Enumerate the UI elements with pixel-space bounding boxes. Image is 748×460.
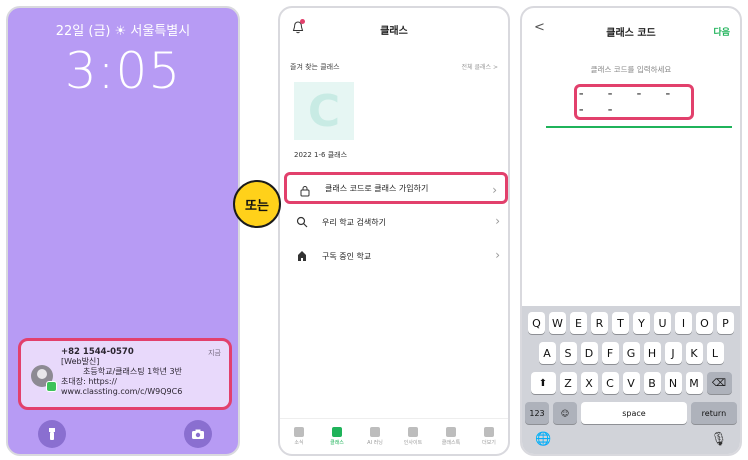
notification-sender: +82 1544-0570 <box>61 347 134 357</box>
notification-line-3: 초대장: https:// <box>61 377 117 386</box>
code-prompt: 클래스 코드를 입력하세요 <box>590 65 672 74</box>
tab-ai-learning[interactable]: AI 러닝 <box>356 419 394 454</box>
key-v[interactable]: V <box>622 372 640 394</box>
chevron-right-icon: › <box>495 214 500 228</box>
key-g[interactable]: G <box>622 342 640 364</box>
key-t[interactable]: T <box>612 312 629 334</box>
key-z[interactable]: Z <box>559 372 577 394</box>
flashlight-icon <box>49 428 55 440</box>
key-r[interactable]: R <box>591 312 608 334</box>
key-y[interactable]: Y <box>633 312 650 334</box>
chevron-right-icon: › <box>492 183 497 197</box>
keyboard-row-3: ⬆ Z X C V B N M ⌫ <box>525 372 737 394</box>
class-code-input[interactable]: - - - - - - <box>574 84 694 120</box>
ai-icon <box>370 427 380 437</box>
key-w[interactable]: W <box>549 312 566 334</box>
keyboard-row-4: 123 ☺ space return <box>525 402 737 424</box>
class-logo: C <box>307 85 341 137</box>
key-u[interactable]: U <box>654 312 671 334</box>
lock-time: 3:05 <box>64 42 182 100</box>
news-icon <box>294 427 304 437</box>
camera-button[interactable] <box>184 420 212 448</box>
class-grid-icon <box>332 427 342 437</box>
class-card[interactable]: C <box>294 82 354 140</box>
key-i[interactable]: I <box>675 312 692 334</box>
key-a[interactable]: A <box>538 342 556 364</box>
camera-icon <box>192 429 204 439</box>
key-d[interactable]: D <box>580 342 598 364</box>
favorites-heading: 즐겨 찾는 클래스 <box>290 63 340 71</box>
key-j[interactable]: J <box>664 342 682 364</box>
subscribed-schools-row[interactable]: 구독 중인 학교 › <box>284 240 508 272</box>
numbers-key[interactable]: 123 <box>525 402 550 424</box>
globe-icon[interactable]: 🌐 <box>535 432 551 447</box>
notification-line-1: [Web발신] <box>61 357 100 366</box>
tab-insight[interactable]: 인사이트 <box>394 419 432 454</box>
chevron-right-icon: › <box>495 248 500 262</box>
keyboard-row-1: Q W E R T Y U I O P <box>525 312 737 334</box>
row-label: 구독 중인 학교 <box>322 251 372 261</box>
key-l[interactable]: L <box>706 342 724 364</box>
notification-line-2: 초등학교/클래스팅 1학년 3반 <box>83 367 182 376</box>
key-o[interactable]: O <box>696 312 713 334</box>
row-label: 클래스 코드로 클래스 가입하기 <box>325 183 429 193</box>
more-icon <box>484 427 494 437</box>
tab-more[interactable]: 더보기 <box>470 419 508 454</box>
key-b[interactable]: B <box>643 372 661 394</box>
key-k[interactable]: K <box>685 342 703 364</box>
class-code-screen: < 클래스 코드 다음 클래스 코드를 입력하세요 - - - - - - Q … <box>520 6 742 456</box>
sms-notification[interactable]: 지금 +82 1544-0570 [Web발신] 초등학교/클래스팅 1학년 3… <box>18 338 232 410</box>
page-title: 클래스 코드 <box>606 28 656 39</box>
search-school-row[interactable]: 우리 학교 검색하기 › <box>284 206 508 238</box>
all-classes-link[interactable]: 전체 클래스 > <box>462 62 498 71</box>
tab-classtalk[interactable]: 클래스톡 <box>432 419 470 454</box>
key-h[interactable]: H <box>643 342 661 364</box>
notification-line-4: www.classting.com/c/W9Q9C6 <box>61 387 183 396</box>
class-card-name: 2022 1-6 클래스 <box>294 151 348 159</box>
input-underline <box>546 126 732 128</box>
keyboard-footer: 🌐 🎙 <box>525 432 737 447</box>
key-e[interactable]: E <box>570 312 587 334</box>
space-key[interactable]: space <box>581 402 687 424</box>
tab-news[interactable]: 소식 <box>280 419 318 454</box>
class-app-screen: 클래스 즐겨 찾는 클래스 전체 클래스 > C 2022 1-6 클래스 클래… <box>278 6 510 456</box>
lock-screen: 22일 (금) ☀ 서울특별시 3:05 지금 +82 1544-0570 [W… <box>6 6 240 456</box>
key-n[interactable]: N <box>664 372 682 394</box>
microphone-icon[interactable]: 🎙 <box>710 432 727 447</box>
join-by-code-row[interactable]: 클래스 코드로 클래스 가입하기 › <box>284 172 508 204</box>
messages-badge-icon <box>46 381 57 392</box>
notification-time: 지금 <box>208 349 221 357</box>
lock-icon <box>300 186 310 197</box>
or-badge: 또는 <box>233 180 281 228</box>
chat-icon <box>446 427 456 437</box>
bottom-tab-bar: 소식 클래스 AI 러닝 인사이트 클래스톡 더보기 <box>280 418 508 454</box>
lock-date: 22일 (금) ☀ 서울특별시 <box>55 24 191 39</box>
insight-icon <box>408 427 418 437</box>
delete-key-icon[interactable]: ⌫ <box>706 372 732 394</box>
key-x[interactable]: X <box>580 372 598 394</box>
keyboard-row-2: A S D F G H J K L <box>525 342 737 364</box>
keyboard: Q W E R T Y U I O P A S D F G H J K L ⬆ … <box>522 306 740 454</box>
school-icon <box>298 251 306 261</box>
flashlight-button[interactable] <box>38 420 66 448</box>
emoji-key-icon[interactable]: ☺ <box>553 402 578 424</box>
search-icon <box>296 216 308 228</box>
key-m[interactable]: M <box>685 372 703 394</box>
key-c[interactable]: C <box>601 372 619 394</box>
return-key[interactable]: return <box>690 402 737 424</box>
key-f[interactable]: F <box>601 342 619 364</box>
key-s[interactable]: S <box>559 342 577 364</box>
key-q[interactable]: Q <box>528 312 545 334</box>
page-title: 클래스 <box>380 26 408 37</box>
row-label: 우리 학교 검색하기 <box>322 217 386 227</box>
shift-key-icon[interactable]: ⬆ <box>530 372 556 394</box>
tab-class[interactable]: 클래스 <box>318 419 356 454</box>
key-p[interactable]: P <box>717 312 734 334</box>
next-button[interactable]: 다음 <box>713 25 730 38</box>
